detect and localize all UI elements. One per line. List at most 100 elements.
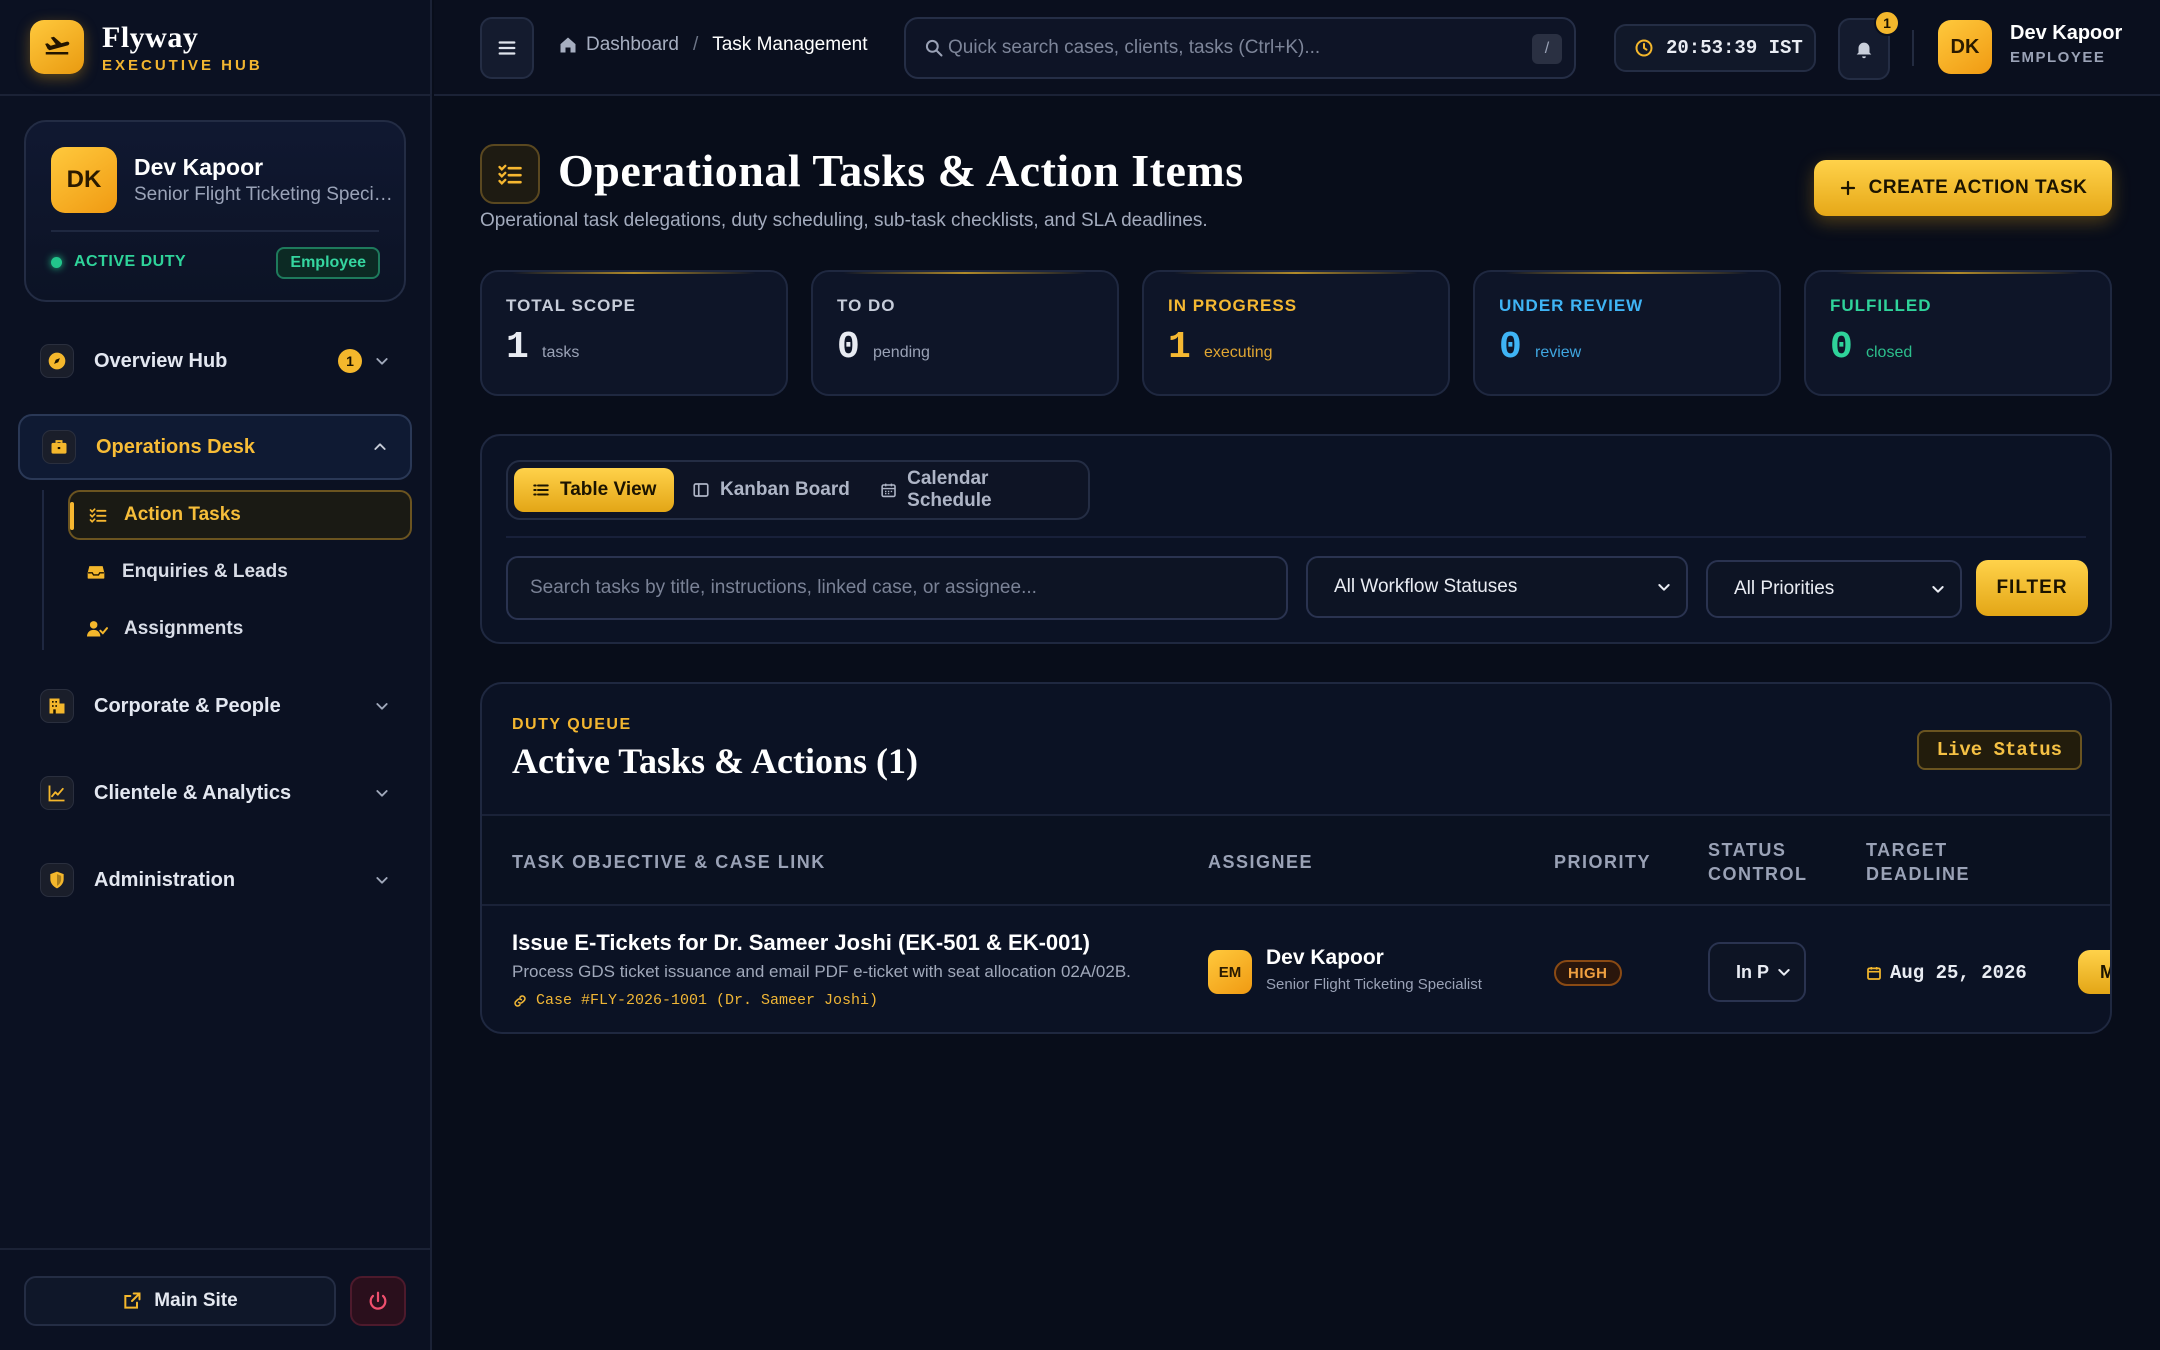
workflow-status-select[interactable]: All Workflow Statuses <box>1306 556 1688 618</box>
chevron-down-icon <box>374 353 390 369</box>
table-row[interactable]: Issue E-Tickets for Dr. Sameer Joshi (EK… <box>482 906 2110 1032</box>
clock-time: 20:53:39 IST <box>1666 37 1803 59</box>
sidebar-item-action-tasks[interactable]: Action Tasks <box>68 490 412 540</box>
select-value: All Workflow Statuses <box>1334 576 1518 597</box>
stat-unit: tasks <box>542 344 580 361</box>
logout-button[interactable] <box>350 1276 406 1326</box>
assignee-avatar: EM <box>1208 950 1252 994</box>
sidebar-item-assignments[interactable]: Assignments <box>68 604 412 654</box>
user-avatar[interactable]: DK <box>1938 20 1992 74</box>
filter-button[interactable]: FILTER <box>1976 560 2088 616</box>
sidebar-item-label: Assignments <box>124 618 244 639</box>
brand[interactable]: Flyway EXECUTIVE HUB <box>0 0 430 96</box>
stat-card-total-scope: TOTAL SCOPE 1 tasks <box>480 270 788 396</box>
task-title[interactable]: Issue E-Tickets for Dr. Sameer Joshi (EK… <box>512 930 1090 956</box>
clock-icon <box>1635 39 1653 57</box>
nav-clientele-analytics[interactable]: Clientele & Analytics <box>18 760 412 826</box>
duty-status-label: ACTIVE DUTY <box>74 253 187 270</box>
notification-count-badge: 1 <box>1874 10 1900 36</box>
profile-card: DK Dev Kapoor Senior Flight Ticketing Sp… <box>24 120 406 302</box>
tab-kanban-board[interactable]: Kanban Board <box>674 468 868 512</box>
chart-line-icon <box>40 776 74 810</box>
stat-unit: closed <box>1866 344 1913 361</box>
stat-unit: pending <box>873 344 930 361</box>
stat-unit: executing <box>1204 344 1273 361</box>
page-title: Operational Tasks & Action Items <box>558 145 1244 196</box>
create-action-task-button[interactable]: CREATE ACTION TASK <box>1814 160 2112 216</box>
nav-label: Corporate & People <box>94 694 281 717</box>
task-queue-panel: DUTY QUEUE Active Tasks & Actions (1) Li… <box>480 682 2112 1034</box>
column-header-text: CONTROL <box>1708 864 1808 884</box>
building-icon <box>40 689 74 723</box>
tab-calendar-schedule[interactable]: Calendar Schedule <box>862 468 1088 512</box>
profile-role: Senior Flight Ticketing Specialist <box>134 184 396 205</box>
user-role: EMPLOYEE <box>2010 49 2106 66</box>
nav-administration[interactable]: Administration <box>18 847 412 913</box>
row-action-button[interactable]: M <box>2078 950 2110 994</box>
chevron-down-icon <box>374 785 390 801</box>
stat-unit: review <box>1535 344 1582 361</box>
nav-operations-desk[interactable]: Operations Desk <box>18 414 412 480</box>
notifications-button[interactable]: 1 <box>1838 10 1900 80</box>
global-search-input[interactable]: Quick search cases, clients, tasks (Ctrl… <box>904 17 1576 79</box>
avatar: DK <box>51 147 117 213</box>
home-icon <box>560 37 576 53</box>
nav-corporate-people[interactable]: Corporate & People <box>18 673 412 739</box>
tab-label: Calendar Schedule <box>907 468 992 511</box>
column-header-deadline: TARGET DEADLINE <box>1866 838 1970 886</box>
filter-panel: Table View Kanban Board Calendar Schedul… <box>480 434 2112 644</box>
plus-icon <box>1840 180 1855 196</box>
column-header-objective: TASK OBJECTIVE & CASE LINK <box>512 852 826 872</box>
nav-label: Operations Desk <box>96 435 255 458</box>
main-content: Operational Tasks & Action Items Operati… <box>434 98 2160 1350</box>
status-dot-icon <box>51 256 62 268</box>
link-icon <box>514 994 526 1007</box>
nav-label: Clientele & Analytics <box>94 781 292 804</box>
breadcrumb-dashboard[interactable]: Dashboard <box>586 34 679 56</box>
shield-icon <box>40 863 74 897</box>
stat-label: FULFILLED <box>1830 296 1932 315</box>
status-control-select[interactable]: In P <box>1708 942 1806 1002</box>
priority-select[interactable]: All Priorities <box>1706 560 1962 618</box>
stat-card-under-review: UNDER REVIEW 0 review <box>1473 270 1781 396</box>
stat-label: IN PROGRESS <box>1168 296 1298 315</box>
hamburger-icon <box>498 41 516 55</box>
brand-name: Flyway <box>102 20 199 54</box>
case-link[interactable]: Case #FLY-2026-1001 (Dr. Sameer Joshi) <box>512 992 878 1009</box>
create-button-label: CREATE ACTION TASK <box>1868 177 2088 198</box>
column-header-text: DEADLINE <box>1866 864 1971 884</box>
topbar: Dashboard / Task Management Quick search… <box>434 0 2160 96</box>
live-status-badge: Live Status <box>1916 730 2082 770</box>
calendar-icon <box>881 483 896 498</box>
target-deadline: Aug 25, 2026 <box>1866 962 2027 984</box>
chevron-down-icon <box>374 872 390 888</box>
sidebar-item-enquiries-leads[interactable]: Enquiries & Leads <box>68 547 412 597</box>
brand-subtitle: EXECUTIVE HUB <box>102 56 263 74</box>
nav-label: Administration <box>94 868 236 891</box>
menu-toggle-button[interactable] <box>480 17 534 79</box>
user-menu[interactable]: Dev Kapoor EMPLOYEE <box>2010 22 2122 66</box>
chevron-down-icon <box>1656 579 1672 595</box>
page-subtitle: Operational task delegations, duty sched… <box>480 210 1208 231</box>
select-value: In P <box>1736 961 1770 982</box>
main-site-label: Main Site <box>154 1290 238 1311</box>
user-assign-icon <box>87 621 108 637</box>
compass-icon <box>40 344 74 378</box>
main-site-button[interactable]: Main Site <box>24 1276 336 1326</box>
breadcrumb-separator: / <box>692 34 699 55</box>
nav-label: Overview Hub <box>94 349 228 372</box>
assignee-name: Dev Kapoor <box>1266 946 1384 969</box>
breadcrumb-current: Task Management <box>712 34 868 55</box>
tab-table-view[interactable]: Table View <box>514 468 675 512</box>
plane-logo-icon <box>30 20 84 74</box>
columns-icon <box>693 483 709 497</box>
task-search-input[interactable]: Search tasks by title, instructions, lin… <box>506 556 1288 620</box>
nav-overview-hub[interactable]: Overview Hub 1 <box>18 328 412 394</box>
calendar-icon <box>1867 967 1881 980</box>
queue-title: Active Tasks & Actions (1) <box>512 741 919 781</box>
assignee-role: Senior Flight Ticketing Specialist <box>1266 976 1482 993</box>
stat-value: 1 <box>506 326 529 369</box>
deadline-date: Aug 25, 2026 <box>1890 962 2027 984</box>
table-header: TASK OBJECTIVE & CASE LINK ASSIGNEE PRIO… <box>482 814 2110 906</box>
tab-label: Kanban Board <box>720 479 850 500</box>
